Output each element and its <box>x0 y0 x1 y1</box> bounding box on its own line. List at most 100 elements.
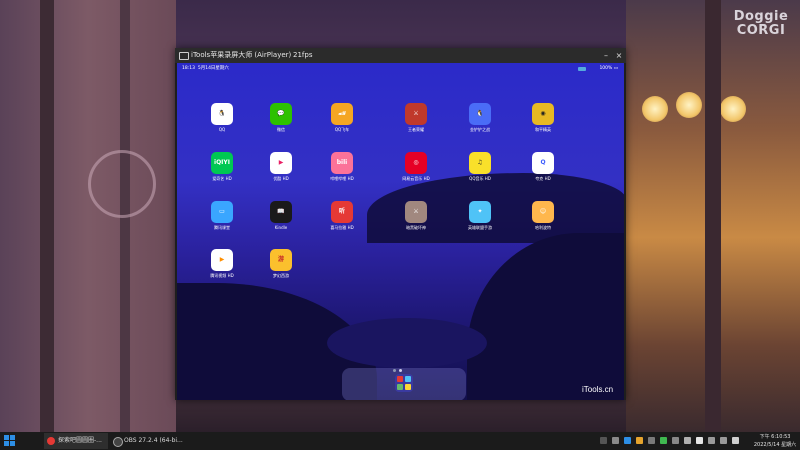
taskbar-app-label: 探索吧圆圆圈-... <box>58 437 102 444</box>
windows-taskbar: 探索吧圆圆圈-... OBS 27.2.4 (64-bi... 下午 6:10:… <box>0 432 800 450</box>
taskbar-app-obs[interactable]: OBS 27.2.4 (64-bi... <box>110 433 183 449</box>
app-label: 哈利波特 <box>535 225 551 230</box>
app-label: Kindle <box>274 225 288 230</box>
app-icon: 🐧 <box>211 103 233 125</box>
wallpaper-post <box>705 0 721 432</box>
app-icon-tile[interactable]: 游梦幻西游 <box>261 249 301 279</box>
battery-text: 100% <box>599 66 613 71</box>
app-label: 腾讯课堂 <box>214 225 230 230</box>
app-icon-tile[interactable]: ✦ 英雄联盟手游 <box>460 201 500 231</box>
fps-readout: 21fps <box>293 51 313 59</box>
app-label: 王者荣耀 <box>408 127 424 132</box>
wallpaper-left-street <box>0 0 176 432</box>
tray-app-icon[interactable] <box>696 437 703 444</box>
app-icon: Q <box>532 152 554 174</box>
app-icon-tile[interactable]: 📖 Kindle <box>261 201 301 231</box>
taskbar-app-browser[interactable]: 探索吧圆圆圈-... <box>44 433 108 449</box>
app-icon: bili <box>331 152 353 174</box>
window-titlebar[interactable]: iTools苹果录屏大师 (AirPlayer) 21fps – × <box>175 48 626 63</box>
app-label: 金铲铲之战 <box>470 127 490 132</box>
app-label: 和平精英 <box>535 127 551 132</box>
app-icon-tile[interactable]: Q 夸克 HD <box>523 152 563 182</box>
app-label: QQ飞车 <box>334 127 350 132</box>
wallpaper-lantern <box>642 96 668 122</box>
app-icon: ☺ <box>532 201 554 223</box>
tray-app-icon[interactable] <box>624 437 631 444</box>
wallpaper-round-sign <box>88 150 156 218</box>
app-label: 腾讯视频 HD <box>210 273 234 278</box>
clock-time: 下午 6:10:53 <box>759 434 791 440</box>
app-label: 英雄联盟手游 <box>468 225 492 230</box>
app-icon: ▶ <box>270 152 292 174</box>
app-icon: 💬 <box>270 103 292 125</box>
tray-app-icon[interactable] <box>636 437 643 444</box>
app-icon-tile[interactable]: 🐧 QQ <box>202 103 242 133</box>
tray-app-icon[interactable] <box>612 437 619 444</box>
status-date-text: 5月14日星期六 <box>197 66 229 71</box>
app-icon: 🐧 <box>469 103 491 125</box>
wifi-icon <box>578 67 586 71</box>
app-icon: 听 <box>331 201 353 223</box>
app-label: 哔哩哔哩 HD <box>330 176 354 181</box>
app-icon: iQIYI <box>211 152 233 174</box>
app-red-icon <box>47 437 55 445</box>
app-icon: ♫ <box>469 152 491 174</box>
minimize-button[interactable]: – <box>600 48 612 63</box>
app-icon-tile[interactable]: 听喜马拉雅 HD <box>322 201 362 231</box>
app-icon-tile[interactable]: 💬 微信 <box>261 103 301 133</box>
status-time-text: 18:13 <box>182 66 195 71</box>
clock-date: 2022/5/14 星期六 <box>753 442 797 448</box>
app-label: 喜马拉雅 HD <box>330 225 354 230</box>
start-button[interactable] <box>4 435 16 447</box>
network-icon[interactable] <box>708 437 715 444</box>
app-icon-tile[interactable]: ▶ 腾讯视频 HD <box>202 249 242 279</box>
close-button[interactable]: × <box>613 48 625 63</box>
volume-icon[interactable] <box>720 437 727 444</box>
app-icon-tile[interactable]: ⚔ 王者荣耀 <box>396 103 436 133</box>
app-icon: ⚔ <box>405 201 427 223</box>
ipad-wallpaper-hill <box>467 233 624 400</box>
app-icon-tile[interactable]: ⚔ 暗黑破坏神 <box>396 201 436 231</box>
itools-brand-text: iTools.cn <box>582 385 614 394</box>
app-label: 网易云音乐 HD <box>402 176 430 181</box>
tray-app-icon[interactable] <box>684 437 691 444</box>
ime-icon[interactable] <box>732 437 739 444</box>
app-label: 优酷 HD <box>273 176 289 181</box>
app-icon: ▶ <box>211 249 233 271</box>
wallpaper-lantern <box>676 92 702 118</box>
watermark-logo: Doggie CORGI <box>728 10 794 38</box>
dock-app-folder[interactable] <box>395 374 413 392</box>
app-icon: 📖 <box>270 201 292 223</box>
tray-app-icon[interactable] <box>672 437 679 444</box>
app-icon-tile[interactable]: ♫ QQ音乐 HD <box>460 152 500 182</box>
app-icon-tile[interactable]: ☺ 哈利波特 <box>523 201 563 231</box>
tray-app-icon[interactable] <box>648 437 655 444</box>
app-icon: 🏎 <box>331 103 353 125</box>
watermark-text: Doggie <box>733 9 789 24</box>
tray-chevron-icon[interactable] <box>600 437 607 444</box>
app-icon: ✦ <box>469 201 491 223</box>
taskbar-app-label: OBS 27.2.4 (64-bi... <box>124 437 183 444</box>
battery-indicator: 100% ▭ <box>599 66 618 71</box>
app-label: QQ <box>218 127 226 132</box>
app-icon-tile[interactable]: 🏎 QQ飞车 <box>322 103 362 133</box>
tray-app-icon[interactable] <box>660 437 667 444</box>
app-icon: ⚔ <box>405 103 427 125</box>
app-label: 微信 <box>277 127 285 132</box>
app-icon-tile[interactable]: ◉ 和平精英 <box>523 103 563 133</box>
app-icon: 游 <box>270 249 292 271</box>
watermark-text: CORGI <box>736 23 786 38</box>
app-logo-icon <box>179 52 189 60</box>
app-icon: ◉ <box>532 103 554 125</box>
ipad-dock <box>342 368 466 400</box>
app-icon-tile[interactable]: ◎ 网易云音乐 HD <box>396 152 436 182</box>
app-icon-tile[interactable]: bili 哔哩哔哩 HD <box>322 152 362 182</box>
app-label: 爱奇艺 HD <box>212 176 232 181</box>
taskbar-clock[interactable]: 下午 6:10:53 2022/5/14 星期六 <box>752 433 798 449</box>
app-icon-tile[interactable]: 🐧 金铲铲之战 <box>460 103 500 133</box>
app-icon-tile[interactable]: iQIYI 爱奇艺 HD <box>202 152 242 182</box>
app-icon-tile[interactable]: ▭ 腾讯课堂 <box>202 201 242 231</box>
obs-icon <box>113 437 123 447</box>
ipad-screen-mirror[interactable]: 18:13 5月14日星期六 100% ▭ 🐧 QQ 💬 微信 🏎 QQ飞车 ⚔ 王者荣耀 🐧 金… <box>177 63 624 400</box>
app-icon-tile[interactable]: ▶ 优酷 HD <box>261 152 301 182</box>
